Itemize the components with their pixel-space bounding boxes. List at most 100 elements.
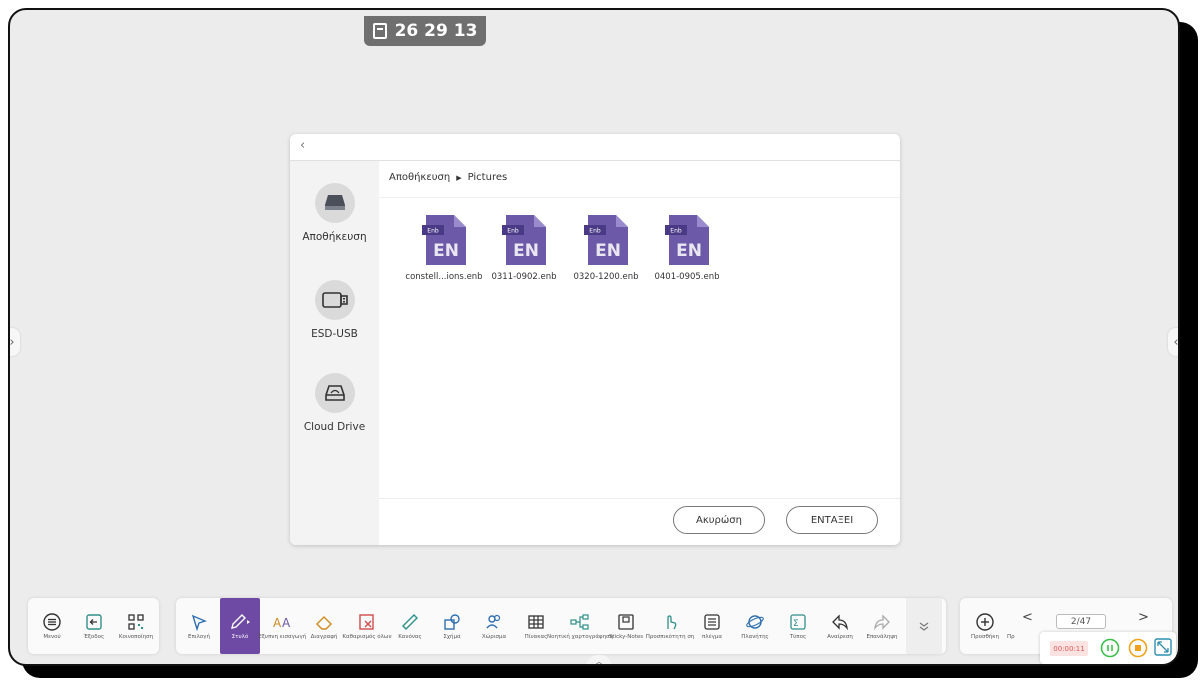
- sidebar-item-esd-usb[interactable]: ESD-USB: [290, 280, 379, 340]
- svg-text:A: A: [273, 616, 282, 630]
- file-name: 0311-0902.enb: [491, 272, 557, 282]
- ruler-icon: [402, 613, 418, 630]
- svg-text:EN: EN: [433, 241, 459, 261]
- breadcrumb-root[interactable]: Αποθήκευση: [389, 172, 450, 183]
- cancel-button[interactable]: Ακυρώση: [673, 506, 765, 534]
- toolbar-label: Επανάληψη: [866, 633, 898, 640]
- cloud-drive-icon: [314, 373, 355, 413]
- sticky-notes-tool[interactable]: Sticky-Notes: [604, 598, 648, 654]
- shape-tool[interactable]: Σχήμα: [432, 598, 472, 654]
- touch-hand-icon: [667, 614, 677, 629]
- stop-record-icon[interactable]: [1128, 638, 1148, 658]
- formula-icon: Σ: [790, 613, 806, 630]
- breadcrumb-separator-icon: ▶: [456, 173, 462, 182]
- toolbar-label: Έξυπνη εισαγωγή: [257, 633, 307, 640]
- left-panel-handle[interactable]: ›: [10, 328, 20, 356]
- toolbar-label: Κοινοποίηση: [118, 633, 154, 640]
- table-tool[interactable]: Πίνακας: [516, 598, 556, 654]
- file-open-dialog: ‹ Αποθήκευση ESD-USB Cloud Drive Αποθήκε…: [290, 134, 900, 545]
- toolbar-label: Πίνακας: [524, 633, 548, 640]
- file-item[interactable]: Enb EN constell...ions.enb: [403, 215, 485, 282]
- menu-icon: [43, 612, 61, 631]
- toolbar-label: Καθαρισμός όλων: [342, 633, 392, 640]
- cursor-icon: [191, 614, 207, 631]
- recording-panel: 00:00:11: [1040, 632, 1176, 664]
- table-icon: [528, 614, 544, 629]
- prev-page-button[interactable]: <: [1022, 610, 1033, 625]
- add-icon: [976, 612, 994, 631]
- breadcrumb-divider: [379, 197, 900, 198]
- svg-text:A: A: [282, 616, 291, 630]
- page-indicator[interactable]: 2/47: [1056, 614, 1106, 629]
- collapse-toolbar-handle[interactable]: ︿: [586, 655, 612, 664]
- eraser-tool[interactable]: Διαγραφή: [304, 598, 344, 654]
- sidebar-item-storage[interactable]: Αποθήκευση: [290, 183, 379, 243]
- pause-icon[interactable]: [1100, 638, 1120, 658]
- grid-tool[interactable]: πλέγμα: [692, 598, 732, 654]
- right-panel-handle[interactable]: ‹: [1168, 328, 1178, 356]
- toolbar-label: Πλανήτης: [741, 633, 769, 640]
- sidebar-item-label: Αποθήκευση: [302, 231, 367, 243]
- toolbar-label: πλέγμα: [702, 633, 722, 640]
- toolbar-label: Χώρισμα: [481, 633, 507, 640]
- smart-insert-tool[interactable]: AA Έξυπνη εισαγωγή: [258, 598, 307, 654]
- toolbar-label: Αναίρεση: [827, 633, 853, 640]
- recording-time: 00:00:11: [1050, 641, 1088, 656]
- sidebar-item-cloud-drive[interactable]: Cloud Drive: [290, 373, 379, 433]
- file-item[interactable]: Enb EN 0401-0905.enb: [646, 215, 728, 282]
- menu-button[interactable]: Μενού: [32, 598, 72, 654]
- smart-text-icon: AA: [273, 616, 291, 630]
- timer-icon: [372, 23, 387, 39]
- svg-text:EN: EN: [595, 241, 621, 261]
- breadcrumb-current: Pictures: [467, 172, 508, 183]
- add-page-button[interactable]: Προσθήκη: [964, 598, 1006, 654]
- next-page-button[interactable]: >: [1138, 610, 1149, 625]
- timer-value: 26 29 13: [394, 21, 478, 41]
- dialog-sidebar: Αποθήκευση ESD-USB Cloud Drive: [290, 161, 379, 545]
- shape-icon: [444, 613, 460, 630]
- ruler-tool[interactable]: Κανόνας: [390, 598, 430, 654]
- file-name: 0320-1200.enb: [573, 272, 639, 282]
- back-button[interactable]: ‹: [300, 138, 305, 153]
- file-item[interactable]: Enb EN 0320-1200.enb: [565, 215, 647, 282]
- exit-button[interactable]: Έξοδος: [74, 598, 114, 654]
- toolbar-label: Σχήμα: [443, 633, 461, 640]
- formula-tool[interactable]: Σ Τύπος: [778, 598, 818, 654]
- toolbar-label: Προσπικότητη ση: [645, 633, 695, 640]
- planet-tool[interactable]: Πλανήτης: [734, 598, 776, 654]
- usb-drive-icon: [314, 280, 355, 320]
- split-tool[interactable]: Χώρισμα: [474, 598, 514, 654]
- svg-text:Enb: Enb: [507, 228, 519, 235]
- pen-tool[interactable]: Στυλό: [220, 598, 260, 654]
- interactive-tool[interactable]: Προσπικότητη ση: [646, 598, 694, 654]
- toolbar-label: Προσθήκη: [970, 633, 1000, 640]
- clear-all-icon: [359, 613, 374, 630]
- toolbar-label: Τύπος: [789, 633, 807, 640]
- undo-button[interactable]: Αναίρεση: [820, 598, 860, 654]
- mind-map-tool[interactable]: Νοητική χαρτογράφηση: [547, 598, 613, 654]
- toolbar-label: Μενού: [43, 633, 61, 640]
- ok-button[interactable]: ΕΝΤΑΞΕΙ: [786, 506, 878, 534]
- mind-map-icon: [570, 613, 589, 630]
- svg-text:Σ: Σ: [793, 619, 799, 629]
- share-button[interactable]: Κοινοποίηση: [116, 598, 156, 654]
- redo-button[interactable]: Επανάληψη: [862, 598, 902, 654]
- file-browser: Αποθήκευση ▶ Pictures Enb EN constell...…: [379, 161, 900, 545]
- chevron-down-icon: [919, 622, 929, 631]
- svg-text:EN: EN: [676, 241, 702, 261]
- file-name: constell...ions.enb: [405, 272, 483, 282]
- file-item[interactable]: Enb EN 0311-0902.enb: [483, 215, 565, 282]
- toolbar-label: Στυλό: [231, 633, 249, 640]
- toolbar-label: Επιλογή: [187, 633, 210, 640]
- svg-text:Enb: Enb: [427, 228, 439, 235]
- storage-drive-icon: [314, 183, 355, 223]
- select-tool[interactable]: Επιλογή: [180, 598, 218, 654]
- toolbar-label: Έξοδος: [83, 633, 105, 640]
- clear-all-tool[interactable]: Καθαρισμός όλων: [342, 598, 392, 654]
- expand-icon[interactable]: [1154, 638, 1172, 656]
- more-tools-button[interactable]: [906, 598, 942, 654]
- qr-code-icon: [128, 613, 144, 630]
- sidebar-item-label: Cloud Drive: [303, 421, 366, 433]
- file-name: 0401-0905.enb: [654, 272, 720, 282]
- users-icon: [486, 614, 501, 628]
